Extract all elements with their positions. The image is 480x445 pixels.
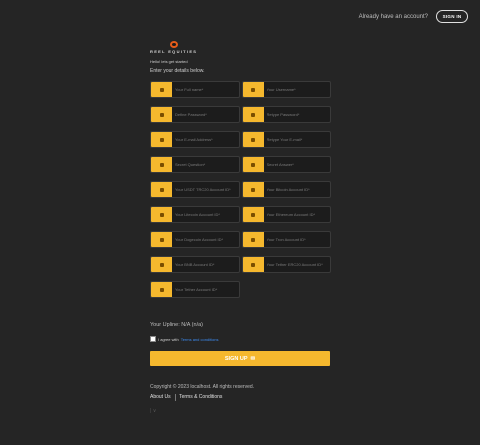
form-row [150,256,331,273]
text-input[interactable] [263,182,330,197]
field-icon [151,82,172,97]
text-input[interactable] [263,257,330,272]
signup-form [150,81,331,306]
text-input[interactable] [172,132,239,147]
field-icon [151,182,172,197]
copyright: Copyright © 2023 localhost. All rights r… [150,384,255,390]
greeting: Hello! lets get started [150,59,188,64]
footer-links: About Us Terms & Conditions [150,394,222,401]
field-icon [242,182,264,197]
divider [174,394,176,401]
field-icon [242,232,264,247]
account-question: Already have an account? [358,13,428,20]
input-field[interactable] [241,106,331,123]
logo-text: REEL EQUITIES [150,49,198,54]
form-row [150,231,331,248]
form-row [150,106,331,123]
signin-button[interactable]: SIGN IN [436,10,468,23]
text-input[interactable] [172,282,239,297]
logo[interactable]: REEL EQUITIES [150,41,197,54]
form-row [150,181,331,198]
input-field[interactable] [241,81,331,98]
upline-text: Your Upline: N/A (n/a) [150,322,203,328]
field-icon [151,207,172,222]
text-input[interactable] [172,107,239,122]
form-row [150,206,331,223]
text-input[interactable] [263,232,330,247]
text-input[interactable] [263,132,330,147]
input-field[interactable] [150,81,240,98]
form-row [150,156,331,173]
field-icon [242,82,264,97]
input-field[interactable] [241,181,331,198]
about-link[interactable]: About Us [150,394,171,401]
footer-extra: | ∨ [150,408,157,414]
field-icon [242,107,264,122]
input-field[interactable] [150,131,240,148]
field-icon [151,157,172,172]
input-field[interactable] [150,106,240,123]
input-field[interactable] [150,181,240,198]
input-field[interactable] [150,156,240,173]
text-input[interactable] [172,257,239,272]
text-input[interactable] [172,232,239,247]
form-row [150,81,331,98]
signup-icon: ✉ [250,355,256,362]
text-input[interactable] [263,107,330,122]
top-bar: Already have an account? SIGN IN [359,10,468,23]
field-icon [151,257,172,272]
terms-link[interactable]: Terms and conditions [181,337,219,342]
field-icon [242,257,264,272]
intro-text: Enter your details below. [150,68,205,74]
input-field[interactable] [241,231,331,248]
input-field[interactable] [150,281,240,298]
field-icon [242,207,264,222]
input-field[interactable] [150,231,240,248]
form-row [150,281,331,298]
text-input[interactable] [172,82,239,97]
terms-footer-link[interactable]: Terms & Conditions [179,394,222,401]
terms-checkbox[interactable] [150,336,156,342]
form-row [150,131,331,148]
field-icon [151,132,172,147]
agree-text: I agree with [158,336,179,342]
input-field[interactable] [241,131,331,148]
logo-mark-icon [170,41,178,48]
input-field[interactable] [241,156,331,173]
field-icon [151,282,172,297]
input-field[interactable] [150,206,240,223]
text-input[interactable] [172,157,239,172]
input-field[interactable] [241,256,331,273]
text-input[interactable] [263,207,330,222]
signup-label: SIGN UP [224,355,248,362]
signup-button[interactable]: SIGN UP ✉ [150,351,330,366]
input-field[interactable] [150,256,240,273]
text-input[interactable] [172,207,239,222]
text-input[interactable] [263,157,330,172]
field-icon [242,157,264,172]
text-input[interactable] [172,182,239,197]
input-field[interactable] [241,206,331,223]
field-icon [151,232,172,247]
field-icon [151,107,172,122]
text-input[interactable] [263,82,330,97]
terms-agreement: I agree with Terms and conditions [150,336,218,342]
field-icon [242,132,264,147]
